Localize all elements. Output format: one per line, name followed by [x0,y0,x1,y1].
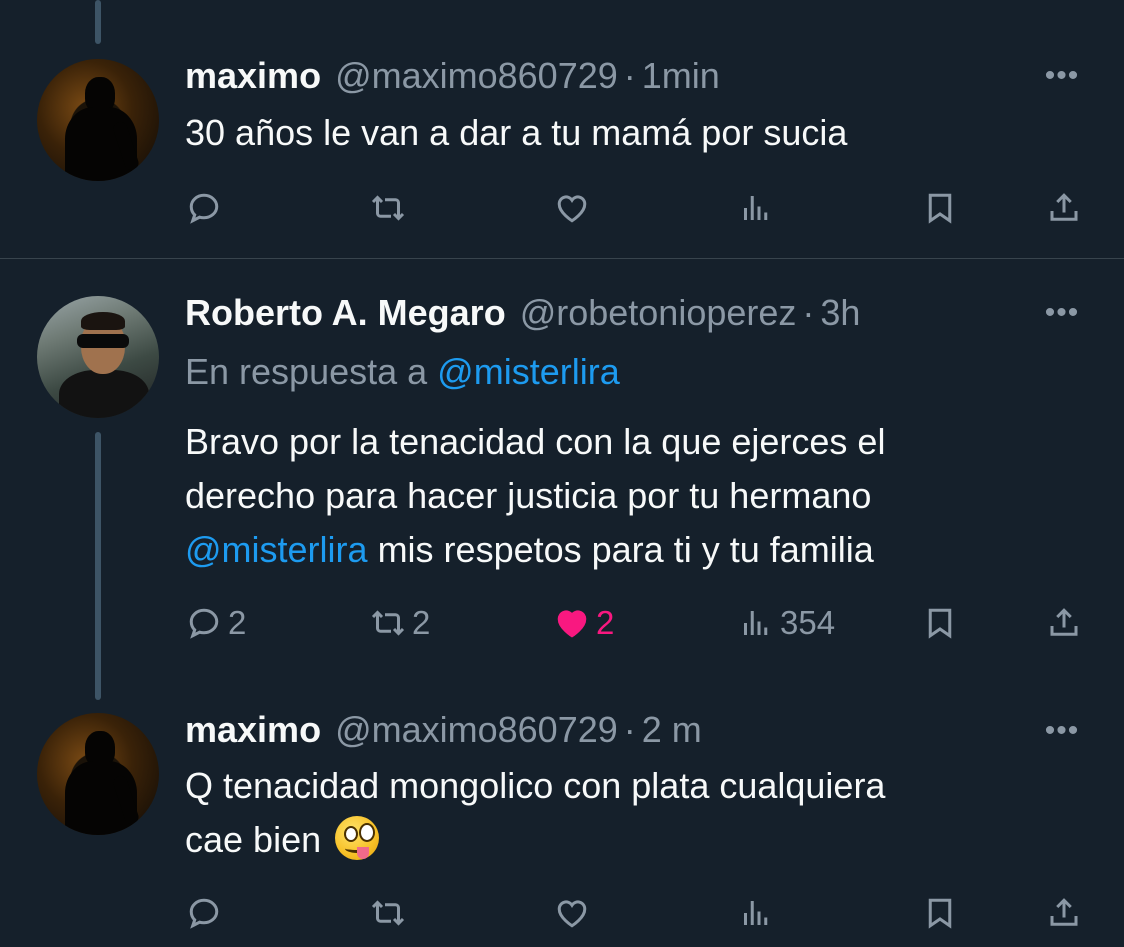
retweet-icon [371,900,405,926]
tweet-header: maximo @maximo860729 · 2 m [185,709,702,751]
user-handle[interactable]: @maximo860729 [335,709,618,751]
views-button[interactable] [738,891,780,935]
share-button[interactable] [1046,891,1082,935]
bookmark-icon [928,898,952,929]
retweet-button[interactable] [370,891,412,935]
bookmark-button[interactable] [922,891,958,935]
display-name[interactable]: maximo [185,709,321,751]
share-icon [1050,898,1078,926]
reply-icon [189,898,219,929]
views-icon [744,901,768,925]
tweet-text-line: cae bien [185,813,1085,867]
tweet-text: Q tenacidad mongolico con plata cualquie… [185,759,1085,867]
tweet-text-segment: cae bien [185,819,322,860]
tweet-3[interactable]: maximo @maximo860729 · 2 m ••• Q tenacid… [0,0,1124,947]
reply-button[interactable] [186,891,228,935]
face-with-stuck-out-tongue-and-winking-eye-emoji [335,816,380,860]
tweet-text-line: Q tenacidad mongolico con plata cualquie… [185,765,886,806]
like-icon [557,900,587,928]
timestamp[interactable]: 2 m [642,709,702,751]
action-bar [0,891,1124,935]
more-icon[interactable]: ••• [1040,716,1084,746]
avatar-maximo[interactable] [37,713,159,835]
like-button[interactable] [554,891,596,935]
separator-dot: · [623,709,636,750]
